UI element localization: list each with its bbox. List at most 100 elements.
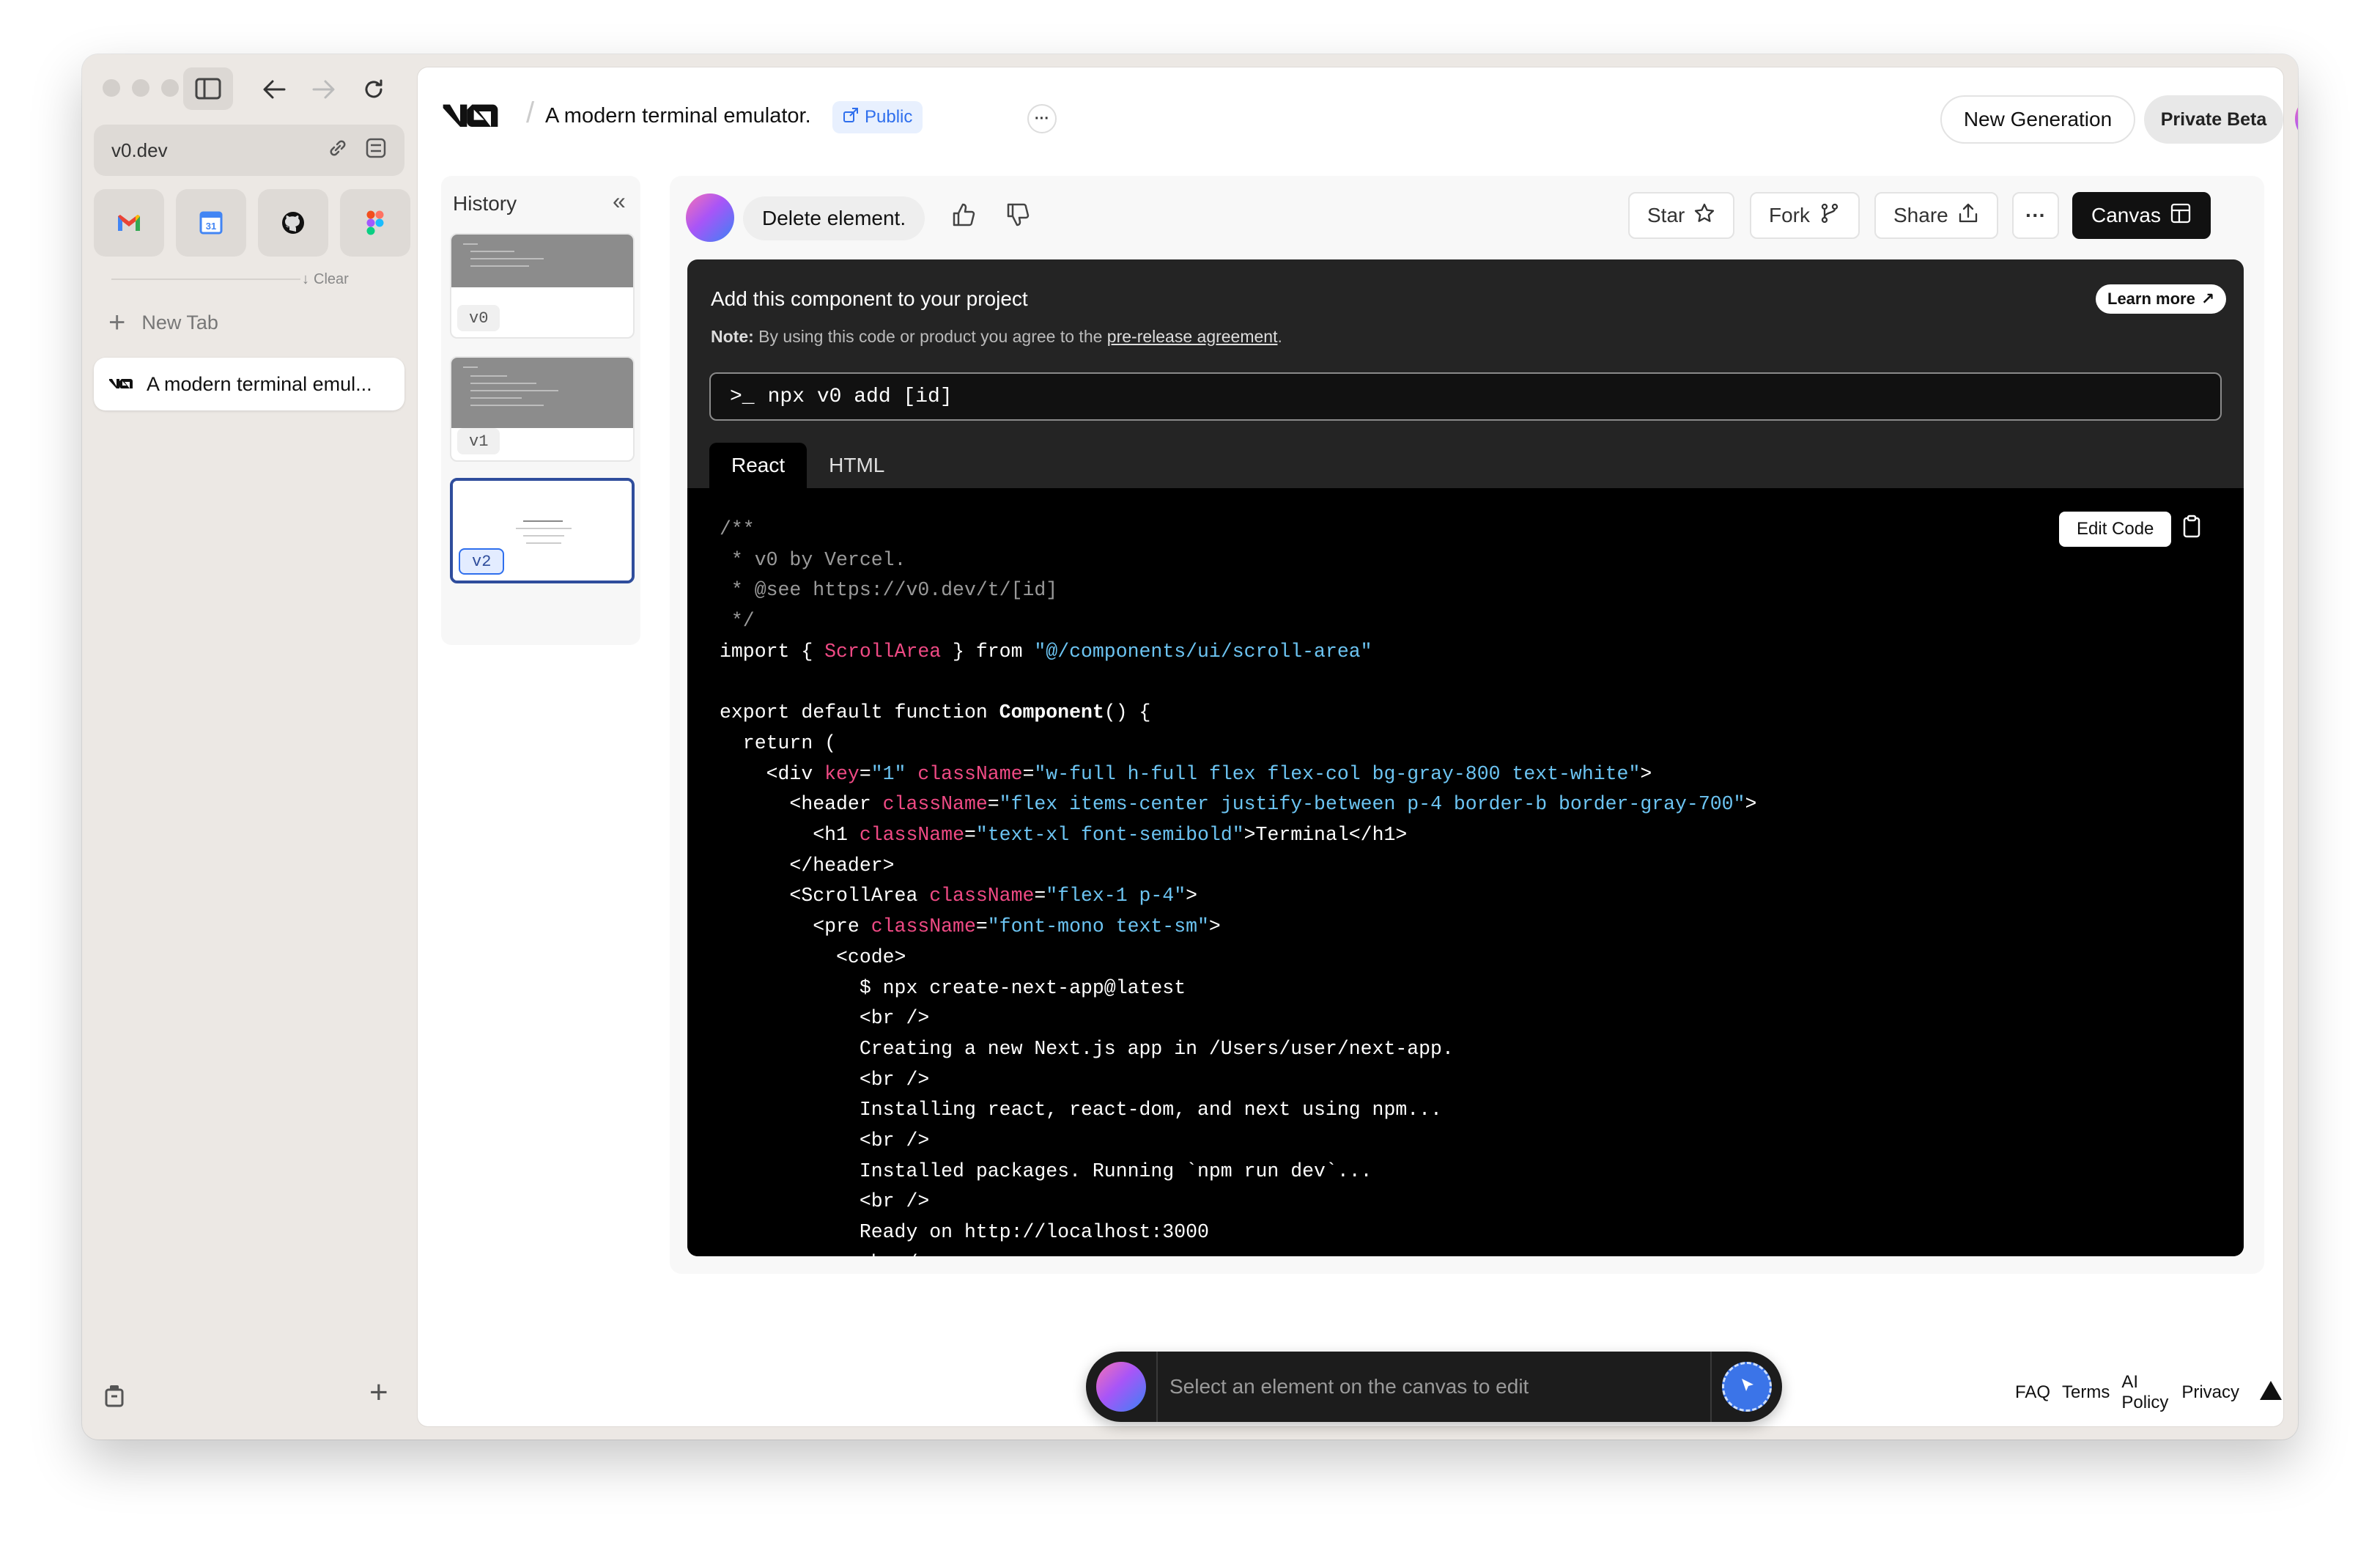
history-version-v0[interactable]: v0: [450, 233, 635, 339]
code-token: */: [720, 610, 755, 633]
install-command[interactable]: >_ npx v0 add [id]: [709, 372, 2222, 421]
code-line: </header>: [720, 851, 1756, 882]
share-icon: [1957, 202, 1979, 229]
external-arrow-icon: ↗: [2200, 290, 2215, 308]
tab-html[interactable]: HTML: [807, 443, 906, 488]
canvas-label: Canvas: [2091, 204, 2161, 226]
learn-more-button[interactable]: Learn more ↗: [2096, 284, 2227, 314]
private-beta-badge[interactable]: Private Beta: [2144, 95, 2283, 144]
note-prefix: Note:: [711, 327, 754, 346]
add-icon[interactable]: +: [369, 1376, 388, 1409]
code-line: <code>: [720, 943, 1756, 973]
star-button[interactable]: Star: [1628, 192, 1735, 239]
code-token: >: [1640, 762, 1652, 785]
canvas-button[interactable]: Canvas: [2072, 192, 2211, 239]
browser-tab[interactable]: A modern terminal emul...: [94, 358, 404, 410]
command-text: npx v0 add [id]: [767, 385, 953, 408]
thumbs-up-icon[interactable]: [951, 202, 976, 231]
pre-release-agreement-link[interactable]: pre-release agreement: [1107, 327, 1278, 346]
code-token: $ npx create-next-app@latest: [720, 976, 1186, 999]
code-token: * @see https://v0.dev/t/[id]: [720, 579, 1058, 602]
forward-arrow-icon[interactable]: [305, 70, 343, 108]
history-title: History: [453, 192, 517, 215]
divider: [1710, 1352, 1712, 1422]
thumbs-down-icon[interactable]: [1005, 202, 1030, 231]
footer-link-ai-policy[interactable]: AI Policy: [2121, 1372, 2170, 1413]
code-line: return (: [720, 729, 1756, 759]
clear-tabs-button[interactable]: ↓ Clear: [302, 271, 349, 288]
code-token: <ScrollArea: [720, 885, 930, 907]
sidebar-toggle-icon[interactable]: [183, 67, 233, 110]
code-token: import {: [720, 640, 825, 663]
code-token: "font-mono text-sm": [987, 915, 1209, 938]
footer-link-privacy[interactable]: Privacy: [2181, 1382, 2239, 1403]
share-button[interactable]: Share: [1874, 192, 1998, 239]
agreement-note: Note: By using this code or product you …: [711, 327, 1282, 347]
code-token: >: [1186, 885, 1198, 907]
generation-card: Delete element. Star Fork Share ··· Canv…: [670, 176, 2264, 1274]
github-icon[interactable]: [258, 189, 328, 257]
divider: [111, 279, 300, 280]
code-token: "@/components/ui/scroll-area": [1034, 640, 1372, 663]
code-line: */: [720, 606, 1756, 637]
web-content: / A modern terminal emulator. Public ···…: [418, 67, 2298, 1426]
code-tabs: React HTML: [709, 443, 906, 488]
copy-clipboard-icon[interactable]: [2182, 515, 2201, 542]
reload-icon[interactable]: [355, 70, 393, 108]
site-settings-icon[interactable]: [365, 137, 387, 164]
code-token: >: [1745, 793, 1757, 816]
new-tab-button[interactable]: + New Tab: [108, 308, 218, 337]
new-generation-button[interactable]: New Generation: [1940, 95, 2135, 144]
vercel-triangle-icon[interactable]: [2258, 1379, 2283, 1407]
visibility-badge[interactable]: Public: [832, 101, 923, 133]
code-token: className: [859, 824, 964, 847]
prompt-input[interactable]: Select an element on the canvas to edit: [1169, 1375, 1529, 1398]
select-element-button[interactable]: [1722, 1362, 1772, 1412]
project-title[interactable]: A modern terminal emulator.: [545, 104, 811, 128]
back-arrow-icon[interactable]: [255, 70, 293, 108]
plus-icon: +: [108, 306, 126, 339]
close-window-button[interactable]: [103, 79, 120, 97]
more-actions-button[interactable]: ···: [2012, 192, 2059, 239]
app-header: / A modern terminal emulator. Public ···…: [418, 67, 2298, 155]
code-token: =: [987, 793, 999, 816]
footer-link-faq[interactable]: FAQ: [2015, 1382, 2050, 1403]
footer-link-terms[interactable]: Terms: [2062, 1382, 2110, 1403]
history-version-v1[interactable]: v1: [450, 356, 635, 462]
history-version-v2[interactable]: v2: [450, 478, 635, 583]
code-token: =: [964, 824, 976, 847]
minimize-window-button[interactable]: [132, 79, 149, 97]
collapse-icon[interactable]: «: [613, 188, 626, 215]
code-token: key: [824, 762, 860, 785]
browser-window: v0.dev 31 ↓ Clear + New Tab A modern ter…: [82, 54, 2298, 1440]
calendar-icon[interactable]: 31: [176, 189, 246, 257]
edit-code-button[interactable]: Edit Code: [2059, 512, 2172, 547]
link-icon[interactable]: [327, 137, 349, 164]
code-line: $ npx create-next-app@latest: [720, 973, 1756, 1004]
code-token: className: [929, 885, 1035, 907]
figma-icon[interactable]: [340, 189, 410, 257]
code-token: "text-xl font-semibold": [975, 824, 1244, 847]
code-token: className: [917, 762, 1023, 785]
code-line: <br />: [720, 1187, 1756, 1217]
code-token: /**: [720, 518, 755, 540]
version-label: v2: [459, 548, 505, 575]
zoom-window-button[interactable]: [161, 79, 179, 97]
code-line: /**: [720, 515, 1756, 545]
gmail-icon[interactable]: [94, 189, 164, 257]
archive-icon[interactable]: [104, 1384, 125, 1411]
cursor-pointer-icon: [1736, 1374, 1758, 1400]
code-line: Installing react, react-dom, and next us…: [720, 1095, 1756, 1126]
code-token: <pre: [720, 915, 871, 938]
message-avatar: [686, 194, 734, 242]
v0-logo-icon[interactable]: [441, 101, 500, 136]
tab-react[interactable]: React: [709, 443, 808, 488]
code-line: <br />: [720, 1003, 1756, 1034]
code-token: ScrollArea: [824, 640, 942, 663]
project-more-button[interactable]: ···: [1027, 104, 1057, 133]
fork-button[interactable]: Fork: [1750, 192, 1860, 239]
url-bar[interactable]: v0.dev: [94, 125, 404, 176]
user-avatar[interactable]: [2295, 95, 2298, 142]
code-viewer[interactable]: Edit Code /** * v0 by Vercel. * @see htt…: [687, 488, 2244, 1256]
